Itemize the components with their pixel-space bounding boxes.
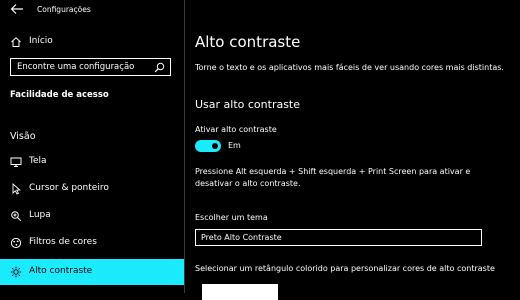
shortcut-hint: Pressione Alt esquerda + Shift esquerda … [195, 167, 471, 188]
color-swatch-button[interactable] [202, 284, 278, 300]
display-icon [10, 157, 22, 167]
color-filter-icon [10, 237, 22, 249]
page-description: Torne o texto e os aplicativos mais fáce… [195, 63, 504, 72]
magnifier-icon [11, 211, 22, 222]
search-icon[interactable] [154, 62, 165, 73]
sidebar-item-label: Filtros de cores [29, 237, 97, 247]
sidebar-item-cursor[interactable]: Cursor & ponteiro [0, 178, 184, 200]
page-title: Alto contraste [195, 33, 301, 51]
color-rectangle-label: Selecionar um retângulo colorido para pe… [195, 264, 495, 273]
toggle-label: Ativar alto contraste [195, 125, 277, 134]
toggle-state-text: Em [228, 141, 241, 150]
home-icon [11, 37, 21, 47]
sidebar-item-alto-contraste[interactable]: Alto contraste [0, 259, 184, 285]
sidebar: Configurações Início Encontre uma config… [0, 0, 185, 293]
search-input[interactable]: Encontre uma configuração [10, 58, 171, 76]
theme-label: Escolher um tema [195, 213, 268, 222]
sidebar-item-tela[interactable]: Tela [0, 151, 184, 173]
sidebar-item-home[interactable]: Início [0, 31, 184, 53]
cursor-icon [12, 183, 21, 195]
high-contrast-toggle[interactable] [195, 140, 221, 152]
theme-selected-value: Preto Alto Contraste [201, 233, 282, 242]
section-title: Facilidade de acesso [10, 90, 109, 100]
toggle-knob [212, 143, 218, 149]
sidebar-item-label: Início [29, 36, 53, 46]
app-title: Configurações [37, 5, 91, 14]
sidebar-item-label: Lupa [29, 210, 51, 220]
back-arrow-icon[interactable] [10, 3, 24, 15]
sidebar-item-lupa[interactable]: Lupa [0, 205, 184, 227]
main-content: Alto contraste Torne o texto e os aplica… [185, 0, 520, 300]
theme-dropdown[interactable]: Preto Alto Contraste [195, 229, 482, 246]
group-header: Visão [10, 131, 36, 142]
title-bar: Configurações [0, 0, 184, 20]
section-subtitle: Usar alto contraste [195, 98, 301, 111]
sidebar-item-filtros[interactable]: Filtros de cores [0, 232, 184, 254]
search-placeholder: Encontre uma configuração [17, 62, 135, 72]
sidebar-item-label: Alto contraste [29, 266, 93, 276]
sidebar-item-label: Cursor & ponteiro [29, 183, 109, 193]
brightness-icon [10, 266, 22, 278]
sidebar-item-label: Tela [29, 156, 47, 166]
